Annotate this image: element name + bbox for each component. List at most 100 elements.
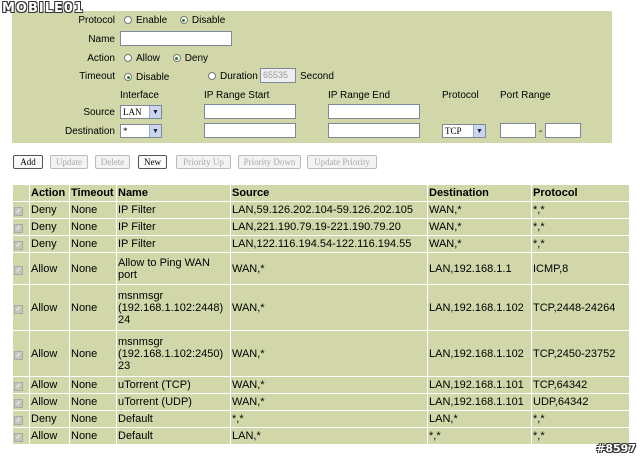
source-ip-end-input[interactable]: [328, 104, 420, 119]
enable-label: Enable: [136, 15, 168, 26]
disable-radio[interactable]: [179, 16, 188, 24]
table-row[interactable]: ✓ Allow None msnmsgr (192.168.1.102:2448) 2…: [12, 284, 630, 331]
protocol-column-label: Protocol: [442, 90, 479, 101]
cell-protocol: TCP,2450-23752: [531, 330, 630, 377]
second-label: Second: [300, 71, 334, 82]
update-button[interactable]: Update: [50, 155, 88, 169]
action-label: Action: [87, 53, 115, 64]
cell-source: LAN,122.116.194.54-122.116.194.55: [230, 235, 428, 253]
cell-name: msnmsgr (192.168.1.102:2450) 23: [116, 330, 231, 377]
cell-timeout: None: [69, 393, 117, 411]
cell-protocol: ICMP,8: [531, 252, 630, 285]
cell-source: WAN,*: [230, 376, 428, 394]
timeout-label: Timeout: [79, 71, 115, 82]
cell-protocol: *,*: [531, 201, 630, 219]
table-row[interactable]: ✓ Allow None uTorrent (TCP) WAN,* LAN,192.168…: [12, 376, 630, 394]
destination-ip-start-input[interactable]: [204, 123, 296, 138]
table-row[interactable]: ✓ Deny None IP Filter LAN,59.126.202.104-59.…: [12, 201, 630, 219]
cell-protocol: *,*: [531, 410, 630, 428]
source-interface-value: LAN: [123, 107, 142, 117]
destination-ip-end-input[interactable]: [328, 123, 420, 138]
select-column-header: [12, 184, 30, 202]
new-button[interactable]: New: [138, 155, 167, 169]
timeout-duration-label: Duration: [220, 71, 258, 82]
timeout-disable-label: Disable: [136, 72, 170, 83]
cell-name: IP Filter: [116, 235, 231, 253]
row-checkbox[interactable]: ✓: [14, 241, 23, 250]
row-select-cell: ✓: [12, 218, 30, 236]
source-interface-select[interactable]: LAN ▼: [120, 105, 162, 119]
cell-action: Deny: [29, 201, 70, 219]
row-select-cell: ✓: [12, 284, 30, 331]
row-select-cell: ✓: [12, 330, 30, 377]
timeout-duration-group: Duration: [208, 71, 258, 82]
update-priority-button[interactable]: Update Priority: [307, 155, 377, 169]
cell-timeout: None: [69, 235, 117, 253]
table-row[interactable]: ✓ Allow None uTorrent (UDP) WAN,* LAN,192.168…: [12, 393, 630, 411]
row-checkbox[interactable]: ✓: [14, 304, 23, 314]
cell-name: IP Filter: [116, 201, 231, 219]
duration-input[interactable]: 65535: [260, 68, 296, 83]
cell-name: Default: [116, 410, 231, 428]
add-button[interactable]: Add: [13, 155, 43, 169]
name-label: Name: [88, 34, 115, 45]
cell-protocol: *,*: [531, 218, 630, 236]
table-row[interactable]: ✓ Allow None Default LAN,* *,* *,*: [12, 427, 630, 445]
cell-timeout: None: [69, 201, 117, 219]
enable-radio[interactable]: [124, 16, 132, 24]
cell-protocol: TCP,64342: [531, 376, 630, 394]
protocol-toggle-group: Enable Disable: [124, 15, 235, 26]
cell-name: uTorrent (TCP): [116, 376, 231, 394]
cell-source: WAN,*: [230, 330, 428, 377]
destination-protocol-select[interactable]: TCP ▼: [442, 124, 486, 138]
cell-destination: WAN,*: [427, 218, 532, 236]
priority-up-button[interactable]: Priority Up: [176, 155, 231, 169]
cell-action: Allow: [29, 284, 70, 331]
timeout-column-header: Timeout: [69, 184, 117, 202]
cell-action: Allow: [29, 393, 70, 411]
source-ip-start-input[interactable]: [204, 104, 296, 119]
delete-button[interactable]: Delete: [95, 155, 130, 169]
row-checkbox[interactable]: ✓: [14, 416, 23, 425]
timeout-disable-group: Disable: [124, 72, 169, 83]
row-checkbox[interactable]: ✓: [14, 265, 23, 275]
cell-destination: LAN,*: [427, 410, 532, 428]
cell-timeout: None: [69, 427, 117, 445]
cell-name: msnmsgr (192.168.1.102:2448) 24: [116, 284, 231, 331]
name-input[interactable]: [120, 31, 232, 46]
priority-down-button[interactable]: Priority Down: [238, 155, 301, 169]
cell-timeout: None: [69, 330, 117, 377]
deny-radio[interactable]: [172, 54, 181, 62]
row-checkbox[interactable]: ✓: [14, 382, 23, 391]
port-range-start-input[interactable]: [500, 123, 536, 138]
destination-interface-select[interactable]: * ▼: [120, 124, 162, 138]
cell-source: WAN,*: [230, 252, 428, 285]
timeout-duration-radio[interactable]: [208, 72, 216, 80]
port-range-column-label: Port Range: [500, 90, 551, 101]
cell-action: Allow: [29, 427, 70, 445]
action-group: Allow Deny: [124, 53, 218, 64]
port-range-end-input[interactable]: [545, 123, 581, 138]
cell-destination: WAN,*: [427, 235, 532, 253]
allow-radio[interactable]: [124, 54, 132, 62]
table-header-row: Action Timeout Name Source Destination P…: [12, 184, 630, 202]
cell-source: LAN,59.126.202.104-59.126.202.105: [230, 201, 428, 219]
row-checkbox[interactable]: ✓: [14, 224, 23, 233]
table-row[interactable]: ✓ Deny None IP Filter LAN,221.190.79.19-221.…: [12, 218, 630, 236]
cell-name: IP Filter: [116, 218, 231, 236]
timeout-disable-radio[interactable]: [124, 73, 132, 81]
row-checkbox[interactable]: ✓: [14, 350, 23, 360]
table-row[interactable]: ✓ Deny None Default *,* LAN,* *,*: [12, 410, 630, 428]
table-row[interactable]: ✓ Allow None msnmsgr (192.168.1.102:2450) 2…: [12, 330, 630, 377]
table-row[interactable]: ✓ Deny None IP Filter LAN,122.116.194.54-122…: [12, 235, 630, 253]
rules-table: Action Timeout Name Source Destination P…: [12, 184, 630, 445]
row-select-cell: ✓: [12, 410, 30, 428]
table-row[interactable]: ✓ Allow None Allow to Ping WAN port WAN,* LAN…: [12, 252, 630, 285]
row-select-cell: ✓: [12, 393, 30, 411]
cell-action: Deny: [29, 410, 70, 428]
row-checkbox[interactable]: ✓: [14, 207, 23, 216]
row-select-cell: ✓: [12, 376, 30, 394]
cell-destination: LAN,192.168.1.101: [427, 376, 532, 394]
row-checkbox[interactable]: ✓: [14, 433, 23, 442]
row-checkbox[interactable]: ✓: [14, 399, 23, 408]
